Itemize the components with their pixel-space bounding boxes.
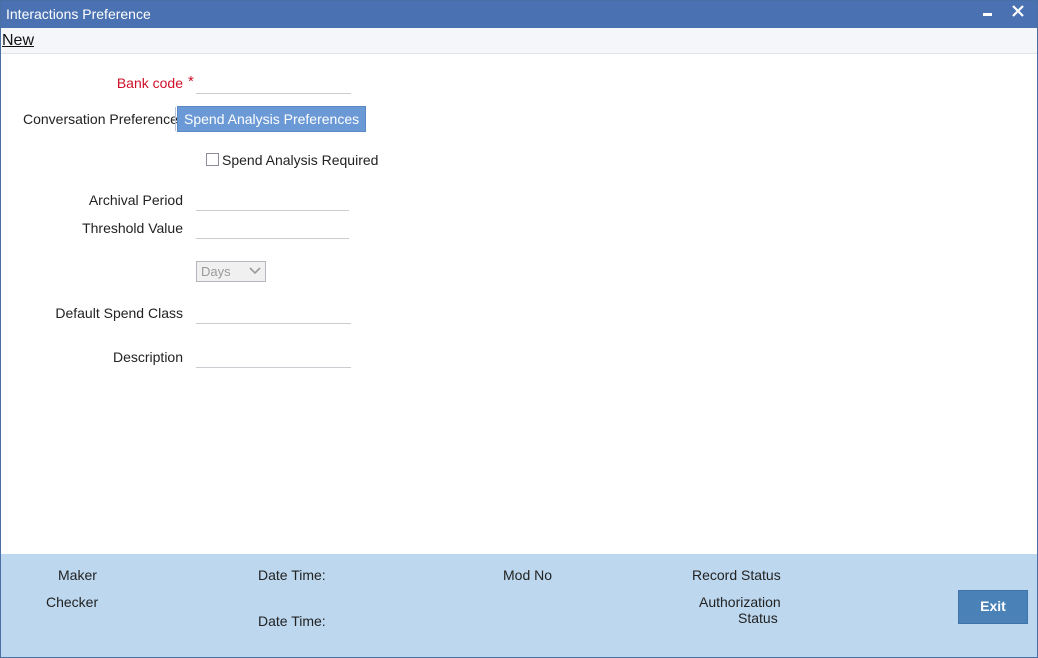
maker-date-time-label: Date Time: (258, 567, 326, 583)
minimize-icon (983, 13, 992, 16)
audit-footer: Maker Checker Date Time: Date Time: Mod … (1, 554, 1037, 657)
close-button[interactable] (1005, 1, 1031, 28)
bank-code-input[interactable] (196, 73, 351, 94)
exit-button[interactable]: Exit (958, 590, 1028, 624)
mod-no-label: Mod No (503, 567, 553, 583)
period-unit-select[interactable]: Days (196, 261, 266, 282)
description-label: Description (112, 349, 183, 365)
archival-period-input[interactable] (196, 190, 349, 211)
tab-conversation-preferences[interactable]: Conversation Preferences (17, 107, 191, 131)
menu-bar: New (1, 28, 1037, 54)
tab-spend-analysis-preferences[interactable]: Spend Analysis Preferences (177, 106, 367, 132)
maker-label: Maker (58, 567, 97, 583)
default-spend-class-label: Default Spend Class (55, 305, 183, 321)
window-title: Interactions Preference (6, 6, 151, 22)
required-marker: * (188, 73, 194, 90)
archival-period-label: Archival Period (88, 192, 183, 208)
close-icon (1012, 5, 1024, 17)
threshold-value-input[interactable] (196, 218, 349, 239)
interactions-preference-window: Interactions Preference New Bank code * … (0, 0, 1038, 658)
checker-date-time-label: Date Time: (258, 613, 326, 629)
tab-separator (175, 107, 176, 131)
minimize-button[interactable] (976, 1, 1002, 28)
spend-analysis-required-label: Spend Analysis Required (222, 152, 379, 168)
authorization-status-label: Status (738, 610, 778, 626)
authorization-label: Authorization (699, 594, 781, 610)
checker-label: Checker (46, 594, 99, 610)
period-unit-value: Days (201, 264, 231, 279)
default-spend-class-input[interactable] (196, 303, 351, 324)
spend-analysis-required-checkbox[interactable] (206, 153, 219, 166)
bank-code-label: Bank code (116, 75, 183, 91)
chevron-down-icon (249, 267, 261, 275)
title-bar: Interactions Preference (1, 1, 1037, 28)
description-input[interactable] (196, 347, 351, 368)
threshold-value-label: Threshold Value (82, 220, 183, 236)
new-link[interactable]: New (2, 32, 34, 50)
record-status-label: Record Status (692, 567, 781, 583)
